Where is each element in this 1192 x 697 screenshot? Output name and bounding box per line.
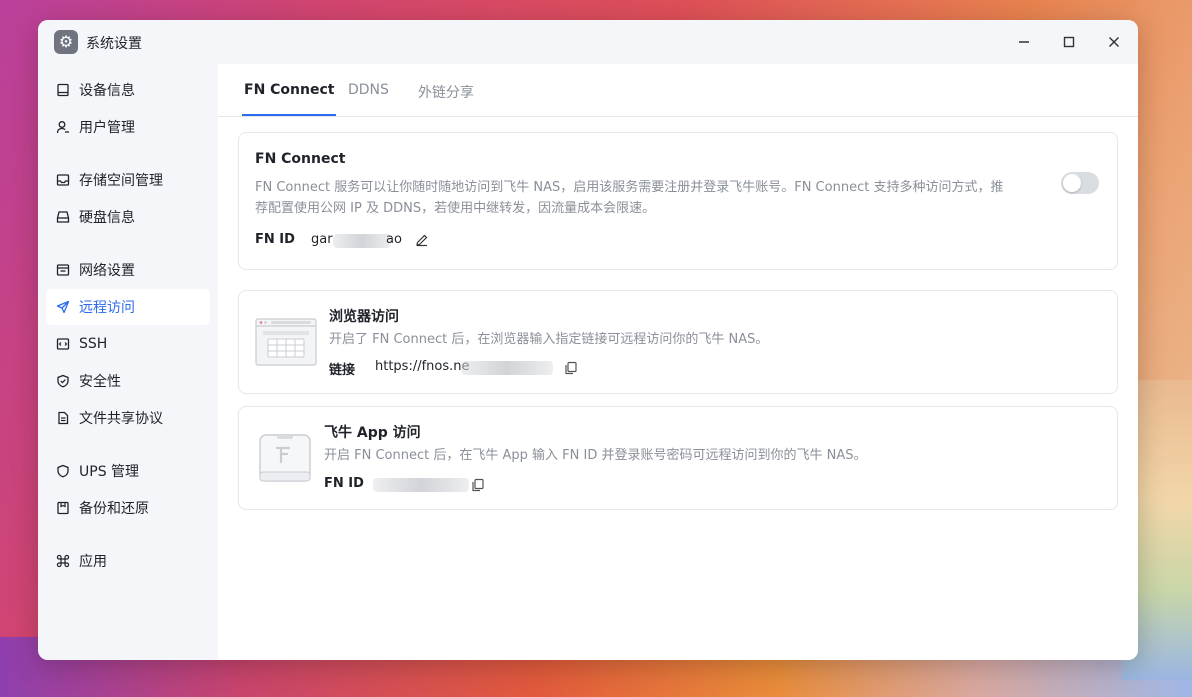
sidebar-item-label: 应用 xyxy=(79,554,107,570)
fn-connect-description-line2: 荐配置使用公网 IP 及 DDNS，若使用中继转发，因流量成本会限速。 xyxy=(255,201,656,216)
fn-connect-description-line1: FN Connect 服务可以让你随时随地访问到飞牛 NAS，启用该服务需要注册… xyxy=(255,180,1004,195)
fn-connect-title: FN Connect xyxy=(255,151,346,167)
copy-icon[interactable] xyxy=(471,477,485,492)
sidebar-item-disk-info[interactable]: 硬盘信息 xyxy=(46,199,210,235)
link-label: 链接 xyxy=(329,363,356,378)
sidebar-item-label: UPS 管理 xyxy=(79,464,140,480)
tab-ddns[interactable]: DDNS xyxy=(348,82,389,116)
maximize-icon xyxy=(1063,36,1075,48)
close-button[interactable] xyxy=(1102,30,1126,54)
sidebar-item-label: 安全性 xyxy=(79,374,121,390)
close-icon xyxy=(1109,37,1119,47)
sidebar-item-device-info[interactable]: 设备信息 xyxy=(46,72,210,108)
sidebar-item-label: 网络设置 xyxy=(79,263,135,279)
sidebar-item-label: 用户管理 xyxy=(79,120,135,136)
app-access-description: 开启 FN Connect 后，在飞牛 App 输入 FN ID 并登录账号密码… xyxy=(324,448,867,463)
tab-external-share[interactable]: 外链分享 xyxy=(418,82,474,116)
toggle-knob xyxy=(1063,174,1081,192)
copy-icon[interactable] xyxy=(564,360,578,375)
phone-app-icon xyxy=(259,434,311,482)
sidebar-item-label: 硬盘信息 xyxy=(79,210,135,226)
user-icon xyxy=(55,119,71,135)
sidebar-item-network[interactable]: 网络设置 xyxy=(46,252,210,288)
fn-connect-description: FN Connect 服务可以让你随时随地访问到飞牛 NAS，启用该服务需要注册… xyxy=(255,177,1055,219)
tab-bar: FN Connect DDNS 外链分享 xyxy=(218,64,1138,117)
link-redacted xyxy=(461,361,553,375)
minimize-button[interactable] xyxy=(1012,30,1036,54)
code-icon xyxy=(55,336,71,352)
fn-connect-toggle[interactable] xyxy=(1061,172,1099,194)
disk-icon xyxy=(55,209,71,225)
settings-window: ⚙ 系统设置 设备信息 用户管理 存储空间管理 硬盘信息 网络设置 远程访问 S… xyxy=(38,20,1138,660)
sidebar-item-label: SSH xyxy=(79,336,108,352)
app-fn-id-label: FN ID xyxy=(324,476,364,491)
fn-connect-card: FN Connect FN Connect 服务可以让你随时随地访问到飞牛 NA… xyxy=(238,132,1118,270)
browser-window-icon xyxy=(255,318,317,366)
browser-access-description: 开启了 FN Connect 后，在浏览器输入指定链接可远程访问你的飞牛 NAS… xyxy=(329,332,769,347)
sidebar-item-label: 文件共享协议 xyxy=(79,411,163,427)
sidebar-item-label: 远程访问 xyxy=(79,300,135,316)
send-icon xyxy=(55,299,71,315)
ups-shield-icon xyxy=(55,463,71,479)
link-value[interactable]: https://fnos.ne xyxy=(375,359,470,374)
window-title: 系统设置 xyxy=(86,36,142,52)
network-icon xyxy=(55,262,71,278)
gear-icon: ⚙ xyxy=(54,30,78,54)
command-icon xyxy=(55,553,71,569)
app-fn-id-redacted xyxy=(373,478,469,492)
sidebar-item-apps[interactable]: 应用 xyxy=(46,543,210,579)
main-content: FN Connect DDNS 外链分享 FN Connect FN Conne… xyxy=(218,64,1138,660)
shield-icon xyxy=(55,373,71,389)
sidebar-item-remote-access[interactable]: 远程访问 xyxy=(46,289,210,325)
app-access-card: 飞牛 App 访问 开启 FN Connect 后，在飞牛 App 输入 FN … xyxy=(238,406,1118,510)
storage-icon xyxy=(55,172,71,188)
fn-id-value-suffix: ao xyxy=(386,232,402,247)
file-icon xyxy=(55,410,71,426)
fn-id-redacted xyxy=(333,234,391,248)
sidebar-item-label: 备份和还原 xyxy=(79,501,149,517)
backup-icon xyxy=(55,500,71,516)
app-access-title: 飞牛 App 访问 xyxy=(324,425,421,441)
sidebar-item-ups[interactable]: UPS 管理 xyxy=(46,453,210,489)
browser-access-card: 浏览器访问 开启了 FN Connect 后，在浏览器输入指定链接可远程访问你的… xyxy=(238,290,1118,394)
fn-id-label: FN ID xyxy=(255,232,295,247)
sidebar-item-label: 存储空间管理 xyxy=(79,173,163,189)
sidebar: 设备信息 用户管理 存储空间管理 硬盘信息 网络设置 远程访问 SSH 安全性 xyxy=(38,64,218,660)
sidebar-item-file-sharing[interactable]: 文件共享协议 xyxy=(46,400,210,436)
sidebar-item-users[interactable]: 用户管理 xyxy=(46,109,210,145)
sidebar-item-label: 设备信息 xyxy=(79,83,135,99)
sidebar-item-ssh[interactable]: SSH xyxy=(46,326,210,362)
sidebar-item-storage[interactable]: 存储空间管理 xyxy=(46,162,210,198)
fn-id-value-prefix: gar xyxy=(311,232,333,247)
sidebar-item-backup[interactable]: 备份和还原 xyxy=(46,490,210,526)
device-icon xyxy=(55,82,71,98)
edit-icon[interactable] xyxy=(415,232,429,247)
browser-access-title: 浏览器访问 xyxy=(329,309,399,325)
title-bar: ⚙ 系统设置 xyxy=(38,20,1138,64)
maximize-button[interactable] xyxy=(1057,30,1081,54)
sidebar-item-security[interactable]: 安全性 xyxy=(46,363,210,399)
minimize-icon xyxy=(1019,41,1029,43)
tab-fn-connect[interactable]: FN Connect xyxy=(242,82,337,116)
